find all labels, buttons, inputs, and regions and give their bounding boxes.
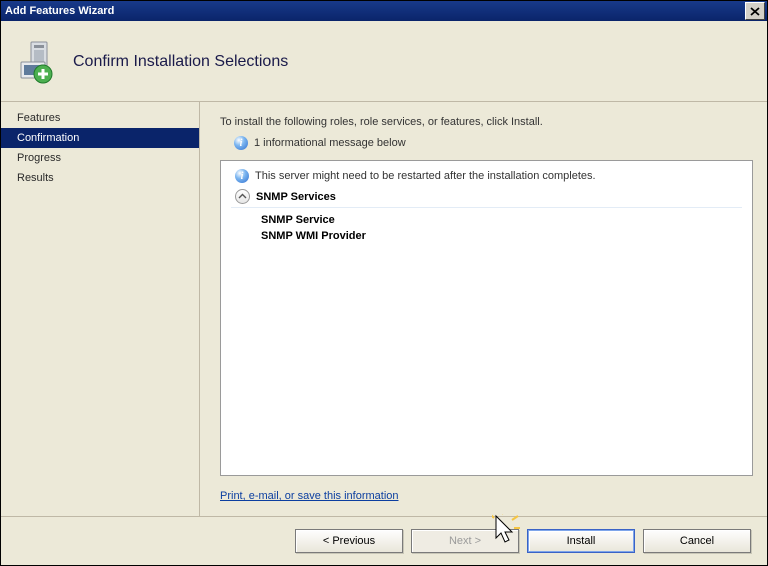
info-icon: i (235, 169, 249, 183)
wizard-main: To install the following roles, role ser… (200, 102, 767, 516)
previous-button[interactable]: < Previous (295, 529, 403, 553)
sidebar-item-results[interactable]: Results (1, 168, 199, 188)
print-email-save-link[interactable]: Print, e-mail, or save this information (220, 490, 399, 502)
separator (231, 207, 742, 208)
chevron-up-icon (238, 192, 247, 201)
wizard-header: Confirm Installation Selections (1, 21, 767, 102)
collapse-toggle[interactable] (235, 189, 250, 204)
info-summary-text: 1 informational message below (254, 137, 406, 149)
title-bar: Add Features Wizard (1, 1, 767, 21)
feature-group-title: SNMP Services (256, 191, 336, 203)
info-summary-row: i 1 informational message below (234, 136, 753, 150)
sidebar-item-progress[interactable]: Progress (1, 148, 199, 168)
wizard-body: Features Confirmation Progress Results T… (1, 102, 767, 516)
confirmation-content-box: i This server might need to be restarted… (220, 160, 753, 476)
restart-note-text: This server might need to be restarted a… (255, 170, 596, 182)
feature-children: SNMP Service SNMP WMI Provider (261, 212, 742, 244)
wizard-window: Add Features Wizard Confirm Installation… (0, 0, 768, 566)
install-button-label: Install (567, 535, 596, 547)
instruction-text: To install the following roles, role ser… (220, 116, 753, 128)
sidebar-item-confirmation[interactable]: Confirmation (1, 128, 199, 148)
feature-child: SNMP Service (261, 212, 742, 228)
next-button: Next > (411, 529, 519, 553)
cancel-button[interactable]: Cancel (643, 529, 751, 553)
wizard-sidebar: Features Confirmation Progress Results (1, 102, 200, 516)
sidebar-item-features[interactable]: Features (1, 108, 199, 128)
info-icon: i (234, 136, 248, 150)
window-title: Add Features Wizard (5, 5, 745, 17)
feature-group-row: SNMP Services (235, 189, 742, 204)
close-button[interactable] (745, 2, 765, 20)
install-button[interactable]: Install (527, 529, 635, 553)
restart-note-row: i This server might need to be restarted… (235, 169, 742, 183)
link-row: Print, e-mail, or save this information (220, 490, 753, 502)
wizard-header-icon (15, 40, 59, 84)
page-heading: Confirm Installation Selections (73, 53, 288, 71)
feature-child: SNMP WMI Provider (261, 228, 742, 244)
wizard-footer: < Previous Next > Install Cancel (1, 516, 767, 565)
close-icon (750, 7, 760, 16)
